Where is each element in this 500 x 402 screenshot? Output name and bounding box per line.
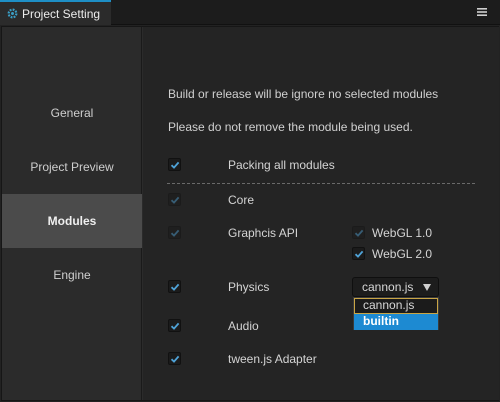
sidebar-item-general[interactable]: General [2, 86, 142, 140]
pack-all-checkbox[interactable] [168, 158, 181, 171]
physics-engine-value: cannon.js [362, 280, 414, 294]
sidebar-item-label: Project Preview [30, 160, 114, 174]
module-checkbox-physics[interactable] [168, 280, 181, 293]
physics-engine-dropdown: cannon.js builtin [353, 297, 439, 330]
settings-window: General Project Preview Modules Engine B… [1, 26, 499, 401]
modules-panel: Build or release will be ignore no selec… [143, 27, 499, 400]
module-label-audio: Audio [228, 319, 259, 333]
hamburger-menu-icon[interactable] [476, 5, 488, 19]
sidebar-item-modules[interactable]: Modules [2, 194, 142, 248]
sidebar-item-label: Modules [47, 214, 97, 228]
checkmark-icon [170, 229, 180, 237]
checkmark-icon [170, 322, 180, 330]
checkmark-icon [354, 250, 364, 258]
module-checkbox-tween[interactable] [168, 352, 181, 365]
tab-title: Project Setting [22, 6, 101, 21]
pack-all-label: Packing all modules [228, 158, 335, 172]
physics-engine-select[interactable]: cannon.js [352, 277, 439, 297]
dropdown-option-builtin[interactable]: builtin [354, 314, 438, 330]
title-bar: Project Setting [0, 0, 500, 25]
webgl2-label: WebGL 2.0 [372, 247, 433, 261]
checkmark-icon [170, 283, 180, 291]
triangle-down-icon [423, 284, 431, 291]
webgl1-label: WebGL 1.0 [372, 226, 433, 240]
module-checkbox-core[interactable] [168, 193, 181, 206]
module-checkbox-graphics-api[interactable] [168, 226, 181, 239]
info-text-warning: Please do not remove the module being us… [168, 120, 413, 134]
module-checkbox-audio[interactable] [168, 319, 181, 332]
sidebar-item-label: General [50, 106, 94, 120]
checkmark-icon [170, 196, 180, 204]
webgl2-checkbox[interactable] [352, 247, 365, 260]
module-label-tween: tween.js Adapter [228, 352, 317, 366]
checkmark-icon [170, 355, 180, 363]
sidebar: General Project Preview Modules Engine [2, 27, 142, 400]
checkmark-icon [354, 229, 364, 237]
sidebar-item-project-preview[interactable]: Project Preview [2, 140, 142, 194]
tab-project-setting[interactable]: Project Setting [0, 0, 111, 25]
dropdown-option-cannon[interactable]: cannon.js [354, 298, 438, 314]
module-label-core: Core [228, 193, 255, 207]
gear-icon [7, 8, 18, 19]
sidebar-item-label: Engine [53, 268, 91, 282]
info-text-ignore: Build or release will be ignore no selec… [168, 87, 439, 101]
checkmark-icon [170, 161, 180, 169]
module-label-graphics-api: Graphcis API [228, 226, 299, 240]
sidebar-item-engine[interactable]: Engine [2, 248, 142, 302]
module-label-physics: Physics [228, 280, 270, 294]
divider [167, 183, 475, 184]
webgl1-checkbox[interactable] [352, 226, 365, 239]
